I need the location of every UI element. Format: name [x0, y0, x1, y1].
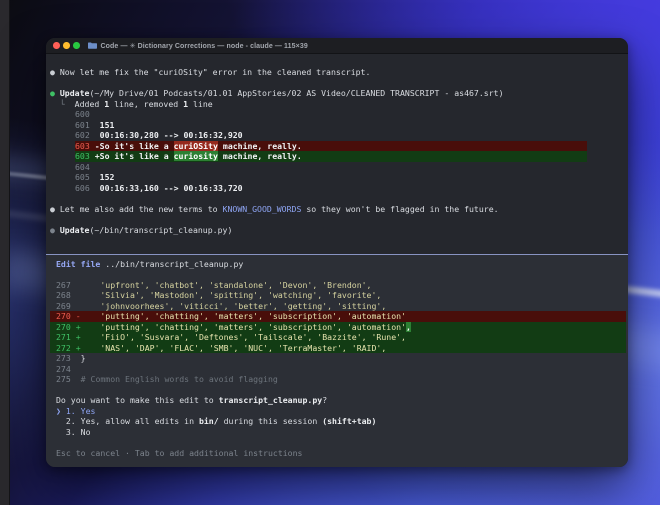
blank-line — [50, 78, 624, 89]
code-context-line: 274 — [56, 364, 618, 375]
code-context-line: 268 'Silvia', 'Mastodon', 'spitting', 'w… — [56, 290, 618, 301]
diff-added-line: 603 +So it's like a curiosity machine, r… — [75, 151, 587, 162]
diff-added-line: 270 + 'putting', 'chatting', 'matters', … — [50, 322, 626, 333]
blank-line — [50, 193, 624, 204]
footer-hint: Esc to cancel · Tab to add additional in… — [56, 448, 618, 459]
code-context-line: 269 'johnvoorhees', 'viticci', 'better',… — [56, 301, 618, 312]
minimize-button[interactable] — [63, 42, 70, 49]
tool-call-update-srt: ● Update(~/My Drive/01 Podcasts/01.01 Ap… — [50, 88, 624, 99]
diff-context-line: 605 152 — [75, 172, 587, 183]
diff-context-line: 601 151 — [75, 120, 587, 131]
folder-icon — [88, 42, 97, 49]
confirm-question: Do you want to make this edit to transcr… — [56, 395, 618, 406]
blank-line — [56, 437, 618, 448]
diff-context-line: 604 — [75, 162, 587, 173]
window-title: Code — ✳ Dictionary Corrections — node -… — [101, 42, 308, 50]
code-context-line: 273 } — [56, 353, 618, 364]
tool-call-update-py: ● Update(~/bin/transcript_cleanup.py) — [50, 225, 624, 236]
window-titlebar[interactable]: Code — ✳ Dictionary Corrections — node -… — [46, 38, 628, 54]
diff-context-line: 600 — [75, 109, 587, 120]
option-yes-allow-all-bin[interactable]: 2. Yes, allow all edits in bin/ during t… — [56, 416, 618, 427]
edit-confirmation-dialog: Edit file ../bin/transcript_cleanup.py 2… — [46, 254, 628, 468]
tool-result-summary: └ Added 1 line, removed 1 line — [50, 99, 624, 110]
diff-removed-line: 603 -So it's like a curiOSity machine, r… — [75, 141, 587, 152]
diff-added-line: 272 + 'NAS', 'DAP', 'FLAC', 'SMB', 'NUC'… — [50, 343, 626, 354]
assistant-message-fix: ● Now let me fix the "curiOSity" error i… — [50, 67, 624, 78]
desktop: Code — ✳ Dictionary Corrections — node -… — [0, 0, 660, 505]
zoom-button[interactable] — [73, 42, 80, 49]
traffic-lights — [53, 42, 80, 49]
diff-added-line: 271 + 'FiiO', 'Susvara', 'Deftones', 'Ta… — [50, 332, 626, 343]
option-yes[interactable]: ❯ 1. Yes — [56, 406, 618, 417]
option-no[interactable]: 3. No — [56, 427, 618, 438]
code-comment-line: 275 # Common English words to avoid flag… — [56, 374, 618, 385]
close-button[interactable] — [53, 42, 60, 49]
terminal-window: Code — ✳ Dictionary Corrections — node -… — [46, 38, 628, 467]
blank-line — [50, 214, 624, 225]
diff-removed-line: 270 - 'putting', 'chatting', 'matters', … — [50, 311, 626, 322]
code-context-line: 267 'upfront', 'chatbot', 'standalone', … — [56, 280, 618, 291]
diff-context-line: 606 00:16:33,160 --> 00:16:33,720 — [75, 183, 587, 194]
assistant-message-known-good: ● Let me also add the new terms to KNOWN… — [50, 204, 624, 215]
screen-edge-strip — [0, 0, 10, 505]
dialog-header: Edit file ../bin/transcript_cleanup.py — [56, 259, 618, 270]
diff-context-line: 602 00:16:30,280 --> 00:16:32,920 — [75, 130, 587, 141]
srt-diff-block: 600 601 151 602 00:16:30,280 --> 00:16:3… — [75, 109, 587, 193]
blank-line — [56, 385, 618, 396]
terminal-content[interactable]: ● Now let me fix the "curiOSity" error i… — [46, 54, 628, 467]
blank-line — [56, 269, 618, 280]
